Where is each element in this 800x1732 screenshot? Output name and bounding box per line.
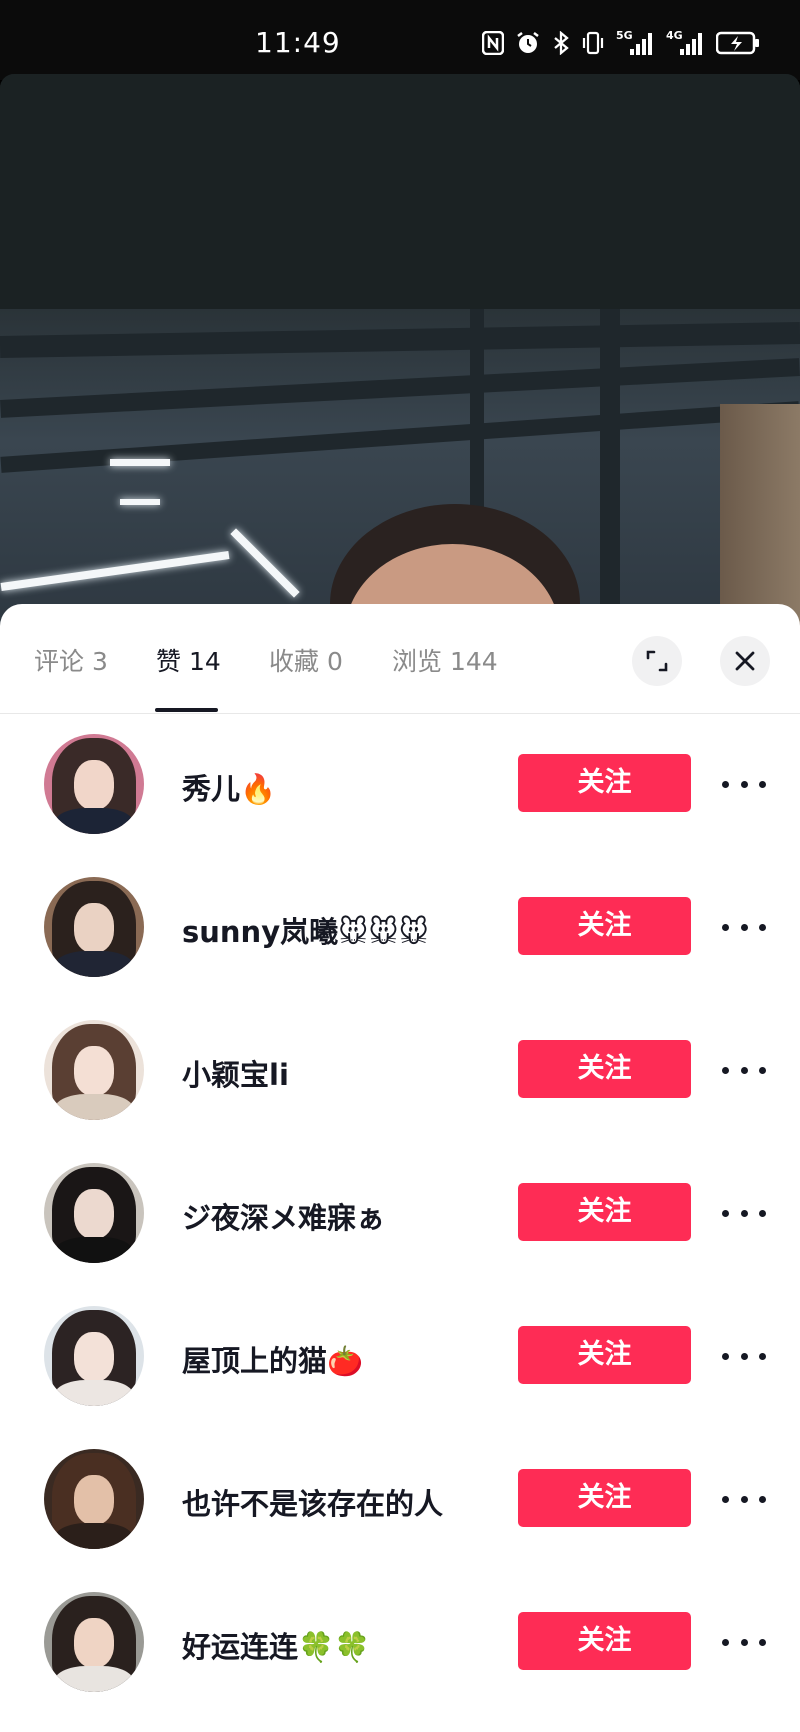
status-bar: 11:49 5G 4G <box>0 0 800 80</box>
tab-likes[interactable]: 赞 14 <box>156 642 221 678</box>
tab-favorites[interactable]: 收藏 0 <box>269 642 343 678</box>
avatar[interactable] <box>44 877 144 977</box>
tab-views[interactable]: 浏览 144 <box>392 642 498 678</box>
avatar[interactable] <box>44 1306 144 1406</box>
username[interactable]: 秀儿🔥 <box>182 766 276 808</box>
username[interactable]: ジ夜深メ难寐ぁ <box>182 1195 385 1237</box>
list-item: 好运连连🍀🍀 关注 <box>0 1572 800 1715</box>
more-options-button[interactable] <box>722 1341 766 1371</box>
avatar[interactable] <box>44 1163 144 1263</box>
likes-sheet: 评论 3 赞 14 收藏 0 浏览 144 秀儿🔥 关注 sunny岚曦🐭🐭🐭 … <box>0 604 800 1732</box>
avatar[interactable] <box>44 734 144 834</box>
list-item: sunny岚曦🐭🐭🐭 关注 <box>0 857 800 1000</box>
follow-button[interactable]: 关注 <box>518 897 691 955</box>
video-preview[interactable] <box>0 74 800 634</box>
follow-button[interactable]: 关注 <box>518 1326 691 1384</box>
follow-button[interactable]: 关注 <box>518 1183 691 1241</box>
expand-icon <box>646 650 668 672</box>
avatar[interactable] <box>44 1020 144 1120</box>
video-top-area <box>0 74 800 309</box>
expand-button[interactable] <box>632 636 682 686</box>
more-options-button[interactable] <box>722 1627 766 1657</box>
username[interactable]: 好运连连🍀🍀 <box>182 1624 370 1666</box>
follow-button[interactable]: 关注 <box>518 754 691 812</box>
more-options-button[interactable] <box>722 1198 766 1228</box>
tab-comments[interactable]: 评论 3 <box>34 642 108 678</box>
more-options-button[interactable] <box>722 1484 766 1514</box>
list-item: 屋顶上的猫🍅 关注 <box>0 1286 800 1429</box>
status-time: 11:49 <box>255 26 341 59</box>
avatar[interactable] <box>44 1592 144 1692</box>
likes-list: 秀儿🔥 关注 sunny岚曦🐭🐭🐭 关注 小颖宝li 关注 ジ夜深メ难寐ぁ 关注… <box>0 714 800 1715</box>
username[interactable]: 屋顶上的猫🍅 <box>182 1338 363 1380</box>
list-item: ジ夜深メ难寐ぁ 关注 <box>0 1143 800 1286</box>
signal-5g-icon: 5G <box>616 29 654 57</box>
list-item: 小颖宝li 关注 <box>0 1000 800 1143</box>
vibrate-icon <box>582 31 604 57</box>
username[interactable]: 也许不是该存在的人 <box>182 1481 443 1523</box>
list-item: 秀儿🔥 关注 <box>0 714 800 857</box>
nfc-icon <box>482 31 504 57</box>
more-options-button[interactable] <box>722 912 766 942</box>
list-item: 也许不是该存在的人 关注 <box>0 1429 800 1572</box>
status-icons: 5G 4G <box>482 29 760 58</box>
close-button[interactable] <box>720 636 770 686</box>
bluetooth-icon <box>552 31 570 57</box>
follow-button[interactable]: 关注 <box>518 1469 691 1527</box>
avatar[interactable] <box>44 1449 144 1549</box>
tab-active-indicator <box>155 708 218 712</box>
follow-button[interactable]: 关注 <box>518 1040 691 1098</box>
follow-button[interactable]: 关注 <box>518 1612 691 1670</box>
more-options-button[interactable] <box>722 769 766 799</box>
signal-4g-icon: 4G <box>666 29 704 57</box>
battery-charging-icon <box>716 31 760 57</box>
more-options-button[interactable] <box>722 1055 766 1085</box>
username[interactable]: sunny岚曦🐭🐭🐭 <box>182 909 429 951</box>
close-icon <box>735 651 755 671</box>
alarm-icon <box>516 31 540 57</box>
username[interactable]: 小颖宝li <box>182 1052 289 1094</box>
tab-bar: 评论 3 赞 14 收藏 0 浏览 144 <box>0 604 800 714</box>
